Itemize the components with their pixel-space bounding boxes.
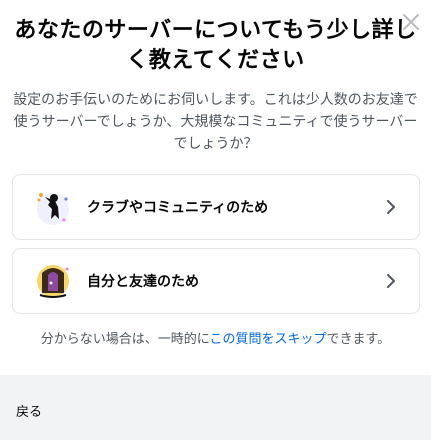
chevron-right-icon [381, 271, 401, 291]
club-community-art [31, 185, 75, 229]
chevron-right-icon [381, 197, 401, 217]
option-label: 自分と友達のため [87, 274, 199, 290]
skip-question-link[interactable]: この質問をスキップ [210, 332, 327, 347]
skip-prefix: 分からない場合は、一時的に [40, 332, 210, 347]
skip-suffix: できます。 [326, 332, 391, 347]
option-me-and-friends[interactable]: 自分と友達のため [12, 248, 420, 314]
dialog-title: あなたのサーバーについてもう少し詳しく教えてください [14, 18, 417, 73]
back-button[interactable]: 戻る [16, 401, 42, 420]
dialog-subtitle: 設定のお手伝いのためにお伺いします。これは少人数のお友達で使うサーバーでしょうか… [13, 92, 418, 152]
dialog-footer: 戻る [0, 375, 431, 440]
option-label: クラブやコミュニティのため [87, 200, 269, 216]
server-purpose-dialog: あなたのサーバーについてもう少し詳しく教えてください 設定のお手伝いのためにお伺… [0, 0, 431, 440]
friends-art [31, 259, 75, 303]
option-club-community[interactable]: クラブやコミュニティのため [12, 174, 420, 240]
skip-hint: 分からない場合は、一時的にこの質問をスキップできます。 [0, 330, 431, 350]
